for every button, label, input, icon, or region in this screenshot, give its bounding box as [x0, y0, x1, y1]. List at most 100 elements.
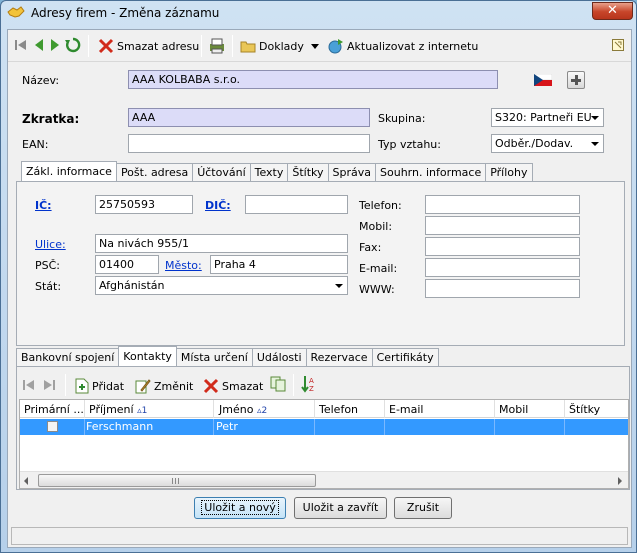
tab-souhrn-informace[interactable]: Souhrn. informace: [375, 163, 487, 181]
col-prijmeni-label: Příjmení: [89, 403, 134, 416]
sort-icon[interactable]: AZ: [301, 375, 317, 393]
col-prijmeni[interactable]: Příjmení ▵1: [89, 403, 147, 416]
globe-update-icon: [328, 39, 343, 54]
email-input[interactable]: [425, 258, 580, 277]
last-record-icon[interactable]: [42, 378, 56, 392]
column-separator: [564, 400, 565, 418]
psc-input[interactable]: 01400: [95, 255, 159, 274]
delete-address-button[interactable]: Smazat adresu: [98, 36, 199, 56]
update-from-internet-button[interactable]: Aktualizovat z internetu: [328, 36, 478, 56]
toolbar-separator: [293, 374, 294, 396]
mesto-input[interactable]: Praha 4: [210, 255, 348, 274]
horizontal-scrollbar[interactable]: [20, 471, 628, 488]
column-separator: [384, 400, 385, 418]
table-row[interactable]: Ferschmann Petr: [20, 419, 628, 435]
documents-label: Doklady: [259, 39, 304, 53]
col-email[interactable]: E-mail: [389, 403, 424, 416]
tab-prilohy[interactable]: Přílohy: [485, 163, 533, 181]
dic-input[interactable]: [245, 195, 348, 214]
ean-input[interactable]: [128, 134, 370, 153]
telefon-label: Telefon:: [359, 199, 402, 212]
www-label: WWW:: [359, 283, 395, 296]
tab-post-adresa[interactable]: Pošt. adresa: [115, 163, 194, 181]
title-bar[interactable]: Adresy firem - Změna záznamu ✕: [1, 1, 636, 25]
email-label: E-mail:: [359, 262, 398, 275]
help-icon[interactable]: [612, 39, 624, 51]
tab-certifikaty[interactable]: Certifikáty: [371, 348, 439, 366]
ic-link[interactable]: IČ:: [35, 199, 52, 212]
folder-icon: [240, 41, 256, 53]
mobil-input[interactable]: [425, 216, 580, 235]
edit-contact-button[interactable]: Změnit: [135, 376, 193, 396]
scroll-thumb[interactable]: [38, 474, 316, 487]
save-and-new-button[interactable]: Uložit a nový: [194, 497, 286, 519]
telefon-input[interactable]: [425, 195, 580, 214]
dic-link[interactable]: DIČ:: [205, 199, 231, 212]
zkratka-input[interactable]: AAA: [128, 108, 370, 127]
delete-contact-button[interactable]: Smazat: [203, 376, 263, 396]
col-primarni[interactable]: Primární ...: [24, 403, 84, 416]
add-icon[interactable]: [567, 71, 585, 89]
col-stitky[interactable]: Štítky: [569, 403, 600, 416]
first-record-icon[interactable]: [14, 38, 28, 52]
www-input[interactable]: [425, 279, 580, 298]
ulice-input[interactable]: Na nivách 955/1: [95, 234, 348, 253]
documents-dropdown[interactable]: Doklady: [240, 36, 319, 56]
tab-kontakty[interactable]: Kontakty: [118, 346, 177, 366]
prev-record-icon[interactable]: [32, 38, 46, 52]
tab-rezervace[interactable]: Rezervace: [305, 348, 373, 366]
fax-input[interactable]: [425, 237, 580, 256]
tab-stitky[interactable]: Štítky: [287, 163, 329, 181]
print-icon[interactable]: [208, 38, 226, 54]
delete-contact-label: Smazat: [222, 379, 264, 393]
copy-icon[interactable]: [270, 376, 286, 392]
window: Adresy firem - Změna záznamu ✕ Smazat ad…: [0, 0, 637, 553]
col-mobil[interactable]: Mobil: [499, 403, 528, 416]
czech-flag-icon[interactable]: [534, 74, 552, 86]
status-bar: [11, 527, 628, 545]
zkratka-label: Zkratka:: [22, 112, 80, 126]
primarni-checkbox[interactable]: [47, 421, 58, 432]
handshake-icon: [7, 6, 25, 18]
column-separator: [314, 419, 315, 435]
chevron-down-icon: [591, 142, 599, 146]
first-record-icon[interactable]: [22, 378, 36, 392]
nazev-input[interactable]: AAA KOLBABA s.r.o.: [128, 70, 498, 89]
update-label: Aktualizovat z internetu: [347, 39, 479, 53]
column-separator: [564, 419, 565, 435]
add-document-icon: [75, 378, 89, 394]
refresh-icon[interactable]: [65, 37, 81, 53]
tab-udalosti[interactable]: Události: [251, 348, 307, 366]
add-contact-button[interactable]: Přidat: [75, 376, 124, 396]
save-and-close-button[interactable]: Uložit a zavřít: [294, 497, 387, 519]
mobil-label: Mobil:: [359, 220, 393, 233]
col-telefon[interactable]: Telefon: [319, 403, 358, 416]
edit-icon: [135, 379, 151, 394]
close-button[interactable]: ✕: [592, 2, 633, 20]
mesto-link[interactable]: Město:: [165, 259, 202, 272]
tab-sprava[interactable]: Správa: [327, 163, 377, 181]
next-record-icon[interactable]: [48, 38, 62, 52]
window-title: Adresy firem - Změna záznamu: [31, 6, 220, 20]
scroll-right-icon[interactable]: [618, 477, 622, 485]
typ-vztahu-select[interactable]: Odběr./Dodav.: [491, 134, 604, 153]
tab-mista-urceni[interactable]: Místa určení: [175, 348, 253, 366]
stat-select[interactable]: Afghánistán: [95, 276, 348, 295]
skupina-select[interactable]: S320: Partneři EU: [491, 108, 604, 127]
ic-input[interactable]: 25750593: [95, 195, 193, 214]
scroll-left-icon[interactable]: [24, 477, 28, 485]
edit-contact-label: Změnit: [154, 379, 194, 393]
typ-vztahu-value: Odběr./Dodav.: [495, 137, 574, 150]
sort-order-2: 2: [261, 406, 268, 416]
ulice-link[interactable]: Ulice:: [35, 238, 66, 251]
column-separator: [384, 419, 385, 435]
sort-order-1: 1: [141, 406, 148, 416]
cancel-button[interactable]: Zrušit: [394, 497, 452, 519]
tab-texty[interactable]: Texty: [249, 163, 289, 181]
tab-bankovni-spojeni[interactable]: Bankovní spojení: [16, 348, 120, 366]
tab-uctovani[interactable]: Účtování: [192, 163, 251, 181]
col-jmeno[interactable]: Jméno ▵2: [219, 403, 267, 416]
tab-zakl-informace[interactable]: Zákl. informace: [21, 161, 117, 181]
column-separator: [213, 400, 214, 418]
toolbar-separator: [65, 374, 66, 396]
